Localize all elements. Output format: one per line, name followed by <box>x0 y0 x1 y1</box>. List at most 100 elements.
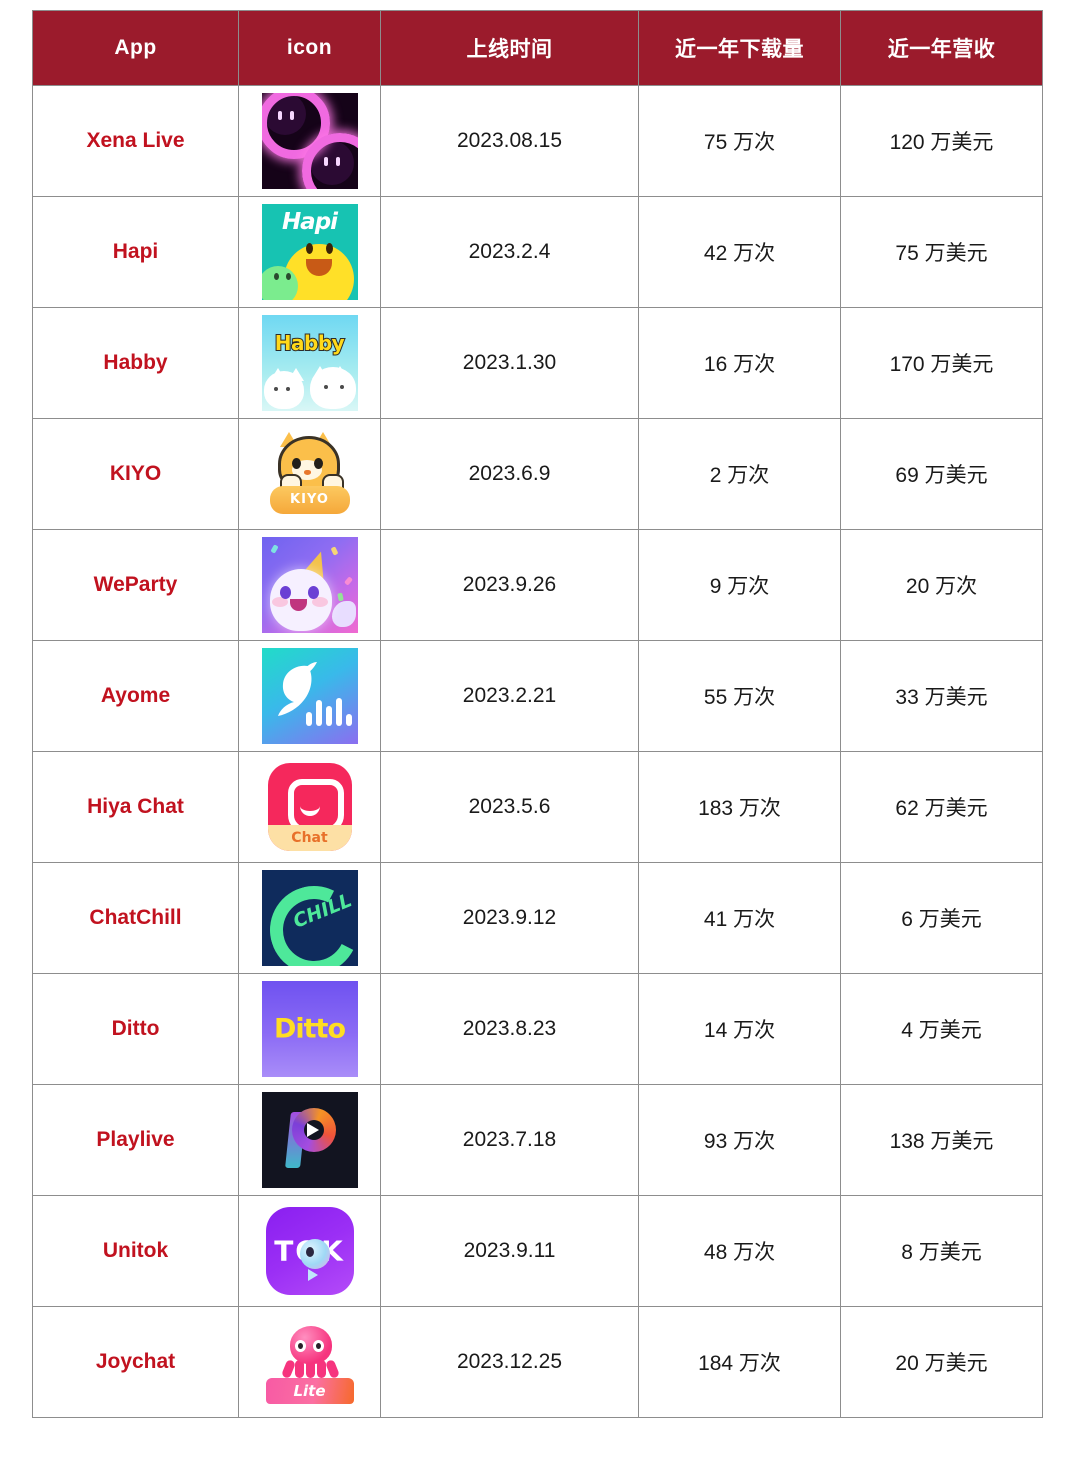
hapi-icon-wordmark: Hapi <box>281 209 338 235</box>
table-row: Hiya Chat Chat 2023.5.6 183 万次 62 万美元 <box>32 751 1043 863</box>
app-comparison-sheet: App icon 上线时间 近一年下载量 近一年营收 Xena Live 202… <box>0 10 1074 1480</box>
hiya-chat-app-icon: Chat <box>261 759 358 855</box>
revenue-cell: 170 万美元 <box>840 307 1043 419</box>
joychat-icon-banner: Lite <box>265 1378 354 1404</box>
chatchill-icon-art: CHILL <box>261 870 358 966</box>
joychat-icon-wordmark: Lite <box>293 1382 326 1400</box>
app-name-cell: Xena Live <box>32 85 239 197</box>
revenue-cell: 20 万美元 <box>840 1306 1043 1418</box>
app-name-cell: KIYO <box>32 418 239 530</box>
app-name-cell: Ditto <box>32 973 239 1085</box>
downloads-cell: 9 万次 <box>638 529 841 641</box>
hiya-chat-icon-band: Chat <box>267 825 352 851</box>
chatchill-app-icon: CHILL <box>261 870 358 966</box>
table-row: Ditto Ditto 2023.8.23 14 万次 4 万美元 <box>32 973 1043 1085</box>
habby-icon-wordmark: Habby <box>274 330 346 356</box>
app-name-cell: Playlive <box>32 1084 239 1196</box>
downloads-cell: 16 万次 <box>638 307 841 419</box>
dolphin-icon <box>277 662 317 716</box>
app-comparison-table: App icon 上线时间 近一年下载量 近一年营收 Xena Live 202… <box>32 10 1043 1418</box>
hiya-chat-icon-art: Chat <box>261 759 358 855</box>
table-row: KIYO KIYO 2023.6.9 2 万次 69 万美元 <box>32 418 1043 530</box>
app-icon-cell: Ditto <box>238 973 381 1085</box>
downloads-cell: 55 万次 <box>638 640 841 752</box>
unitok-icon-art: TOK <box>261 1203 358 1299</box>
app-icon-cell: TOK <box>238 1195 381 1307</box>
table-row: Hapi Hapi 2023.2.4 42 万次 75 万美元 <box>32 196 1043 308</box>
launch-date-cell: 2023.2.21 <box>380 640 639 752</box>
kiyo-icon-banner: KIYO <box>269 486 350 514</box>
revenue-cell: 4 万美元 <box>840 973 1043 1085</box>
table-row: Playlive 2023.7.18 93 万次 138 万美元 <box>32 1084 1043 1196</box>
joychat-icon-art: Lite <box>261 1314 358 1410</box>
weparty-app-icon <box>261 537 358 633</box>
launch-date-cell: 2023.8.23 <box>380 973 639 1085</box>
downloads-cell: 2 万次 <box>638 418 841 530</box>
launch-date-cell: 2023.9.11 <box>380 1195 639 1307</box>
revenue-cell: 120 万美元 <box>840 85 1043 197</box>
header-row: App icon 上线时间 近一年下载量 近一年营收 <box>32 10 1043 86</box>
launch-date-cell: 2023.5.6 <box>380 751 639 863</box>
table-row: Unitok TOK 2023.9.11 <box>32 1195 1043 1307</box>
habby-app-icon: Habby <box>261 315 358 411</box>
app-name-cell: Joychat <box>32 1306 239 1418</box>
table-row: ChatChill CHILL 2023.9.12 41 万次 6 万美元 <box>32 862 1043 974</box>
revenue-cell: 69 万美元 <box>840 418 1043 530</box>
ayome-app-icon <box>261 648 358 744</box>
app-icon-cell <box>238 85 381 197</box>
downloads-cell: 42 万次 <box>638 196 841 308</box>
column-header-downloads: 近一年下载量 <box>638 10 841 86</box>
launch-date-cell: 2023.9.12 <box>380 862 639 974</box>
revenue-cell: 138 万美元 <box>840 1084 1043 1196</box>
app-icon-cell <box>238 640 381 752</box>
weparty-icon-art <box>261 537 358 633</box>
app-icon-cell: Chat <box>238 751 381 863</box>
play-triangle-icon <box>306 1123 319 1137</box>
revenue-cell: 33 万美元 <box>840 640 1043 752</box>
launch-date-cell: 2023.7.18 <box>380 1084 639 1196</box>
app-icon-cell <box>238 1084 381 1196</box>
kiyo-icon-art: KIYO <box>261 426 358 522</box>
app-icon-cell: KIYO <box>238 418 381 530</box>
app-icon-cell: Hapi <box>238 196 381 308</box>
table-header: App icon 上线时间 近一年下载量 近一年营收 <box>32 10 1043 86</box>
launch-date-cell: 2023.08.15 <box>380 85 639 197</box>
column-header-icon: icon <box>238 10 381 86</box>
xena-live-icon-art <box>261 93 358 189</box>
hapi-app-icon: Hapi <box>261 204 358 300</box>
revenue-cell: 62 万美元 <box>840 751 1043 863</box>
app-icon-cell: CHILL <box>238 862 381 974</box>
column-header-app: App <box>32 10 239 86</box>
table-row: Joychat Lite 2023.12.25 184 万次 20 万美元 <box>32 1306 1043 1418</box>
downloads-cell: 75 万次 <box>638 85 841 197</box>
table-row: Ayome 2023.2.21 55 万次 33 万美元 <box>32 640 1043 752</box>
table-row: WeParty 2023.9.26 9 万次 20 万次 <box>32 529 1043 641</box>
kiyo-icon-wordmark: KIYO <box>290 492 329 507</box>
ditto-icon-art: Ditto <box>261 981 358 1077</box>
downloads-cell: 48 万次 <box>638 1195 841 1307</box>
app-name-cell: WeParty <box>32 529 239 641</box>
downloads-cell: 41 万次 <box>638 862 841 974</box>
xena-live-app-icon <box>261 93 358 189</box>
hiya-chat-icon-wordmark: Chat <box>291 830 328 846</box>
app-name-cell: Hapi <box>32 196 239 308</box>
launch-date-cell: 2023.1.30 <box>380 307 639 419</box>
launch-date-cell: 2023.2.4 <box>380 196 639 308</box>
app-name-cell: Habby <box>32 307 239 419</box>
table-row: Habby Habby 2023.1.30 16 万次 170 万美元 <box>32 307 1043 419</box>
launch-date-cell: 2023.12.25 <box>380 1306 639 1418</box>
kiyo-app-icon: KIYO <box>261 426 358 522</box>
downloads-cell: 184 万次 <box>638 1306 841 1418</box>
downloads-cell: 93 万次 <box>638 1084 841 1196</box>
habby-icon-art: Habby <box>261 315 358 411</box>
app-name-cell: Ayome <box>32 640 239 752</box>
app-icon-cell: Lite <box>238 1306 381 1418</box>
ditto-icon-wordmark: Ditto <box>273 1013 346 1045</box>
joychat-app-icon: Lite <box>261 1314 358 1410</box>
ditto-app-icon: Ditto <box>261 981 358 1077</box>
revenue-cell: 6 万美元 <box>840 862 1043 974</box>
downloads-cell: 183 万次 <box>638 751 841 863</box>
ayome-icon-art <box>261 648 358 744</box>
launch-date-cell: 2023.6.9 <box>380 418 639 530</box>
launch-date-cell: 2023.9.26 <box>380 529 639 641</box>
